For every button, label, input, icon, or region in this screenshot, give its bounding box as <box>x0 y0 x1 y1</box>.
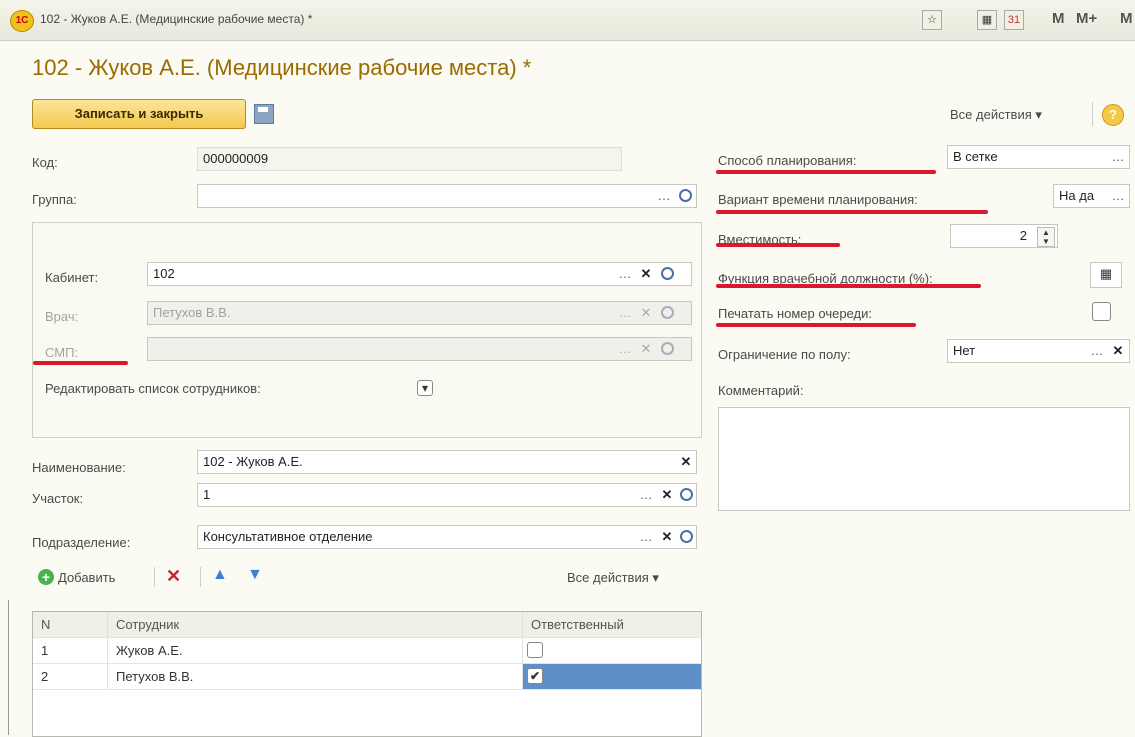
save-and-close-button[interactable]: Записать и закрыть <box>32 99 246 129</box>
print-queue-underline <box>716 323 916 327</box>
memory-plus-button[interactable]: M+ <box>1076 10 1097 27</box>
room-search-icon[interactable] <box>657 263 677 285</box>
room-field[interactable]: 102 <box>147 262 692 286</box>
save-icon[interactable] <box>254 104 274 124</box>
table-all-actions-menu[interactable]: Все действия ▾ <box>567 570 659 586</box>
room-select-button[interactable]: … <box>615 263 635 285</box>
doctor-label: Врач: <box>45 309 79 324</box>
area-field[interactable]: 1 <box>197 483 697 507</box>
doctor-select-button: … <box>618 305 632 320</box>
app-logo-icon: 1С <box>10 10 34 32</box>
comment-label: Комментарий: <box>718 383 804 398</box>
department-select-button[interactable]: … <box>636 526 656 548</box>
area-label: Участок: <box>32 491 84 506</box>
row-number: 1 <box>33 638 108 663</box>
smp-clear-icon: ✕ <box>640 341 652 356</box>
name-clear-icon[interactable]: ✕ <box>676 451 696 473</box>
move-down-icon[interactable]: ▼ <box>247 566 263 584</box>
row-employee[interactable]: Жуков А.Е. <box>108 638 523 663</box>
help-icon[interactable]: ? <box>1102 104 1124 126</box>
memory-button[interactable]: M <box>1052 10 1065 27</box>
plan-method-label: Способ планирования: <box>718 153 857 168</box>
toolbar-separator-2 <box>200 567 201 587</box>
plan-time-underline <box>716 210 988 214</box>
area-search-icon[interactable] <box>676 484 696 506</box>
table-row[interactable]: 1 Жуков А.Е. <box>33 638 701 664</box>
department-search-icon[interactable] <box>676 526 696 548</box>
room-group-box <box>32 222 702 438</box>
staff-table: N Сотрудник Ответственный 1 Жуков А.Е. 2… <box>32 611 702 737</box>
favorite-icon[interactable]: ☆ <box>922 10 942 30</box>
smp-field <box>147 337 692 361</box>
area-clear-icon[interactable]: ✕ <box>657 484 677 506</box>
group-search-icon[interactable] <box>675 185 695 207</box>
department-field[interactable]: Консультативное отделение <box>197 525 697 549</box>
function-calculator-icon[interactable]: ▦ <box>1090 262 1122 288</box>
table-header-row: N Сотрудник Ответственный <box>33 612 701 638</box>
smp-select-button: … <box>618 341 632 356</box>
calendar-icon[interactable]: 31 <box>1004 10 1024 30</box>
plan-method-underline <box>716 170 936 174</box>
memory-extra-button[interactable]: M <box>1120 10 1133 27</box>
gender-clear-icon[interactable]: ✕ <box>1108 340 1128 362</box>
name-field[interactable]: 102 - Жуков А.Е. <box>197 450 697 474</box>
calculator-icon[interactable]: ▦ <box>977 10 997 30</box>
doctor-clear-icon: ✕ <box>640 305 652 320</box>
edit-staff-label: Редактировать список сотрудников: <box>45 381 261 396</box>
code-field[interactable]: 000000009 <box>197 147 622 171</box>
doctor-search-icon <box>657 302 677 324</box>
capacity-underline <box>716 243 840 247</box>
delete-icon[interactable]: ✕ <box>166 566 181 587</box>
col-header-responsible[interactable]: Ответственный <box>523 612 701 637</box>
group-field[interactable] <box>197 184 697 208</box>
window-title: 102 - Жуков А.Е. (Медицинские рабочие ме… <box>40 12 313 26</box>
comment-textarea[interactable] <box>718 407 1130 511</box>
toolbar-divider <box>1092 102 1093 126</box>
responsible-checkbox[interactable] <box>527 642 543 658</box>
responsible-checkbox-checked[interactable]: ✔ <box>527 668 543 684</box>
row-number: 2 <box>33 664 108 689</box>
plan-method-select-button[interactable]: … <box>1108 146 1128 168</box>
group-label: Группа: <box>32 192 77 207</box>
toolbar-separator <box>154 567 155 587</box>
room-clear-icon[interactable]: ✕ <box>636 263 656 285</box>
col-header-employee[interactable]: Сотрудник <box>108 612 523 637</box>
plan-method-field[interactable]: В сетке <box>947 145 1130 169</box>
department-clear-icon[interactable]: ✕ <box>657 526 677 548</box>
gender-select-button[interactable]: … <box>1087 340 1107 362</box>
function-underline <box>716 284 981 288</box>
room-label: Кабинет: <box>45 270 99 285</box>
print-queue-label: Печатать номер очереди: <box>718 306 872 321</box>
gender-label: Ограничение по полу: <box>718 347 851 362</box>
move-up-icon[interactable]: ▲ <box>212 566 228 584</box>
form-title: 102 - Жуков А.Е. (Медицинские рабочие ме… <box>32 55 532 80</box>
table-row[interactable]: 2 Петухов В.В. ✔ <box>33 664 701 690</box>
doctor-field: Петухов В.В. <box>147 301 692 325</box>
plan-time-select-button[interactable]: … <box>1108 185 1128 207</box>
all-actions-menu[interactable]: Все действия ▾ <box>950 107 1042 123</box>
department-label: Подразделение: <box>32 535 131 550</box>
edit-staff-checkbox[interactable]: ▾ <box>417 380 433 396</box>
smp-label: СМП: <box>45 345 79 360</box>
capacity-stepper-icon[interactable]: ▲ ▼ <box>1037 227 1055 247</box>
print-queue-checkbox[interactable] <box>1092 302 1111 321</box>
area-select-button[interactable]: … <box>636 484 656 506</box>
smp-highlight-underline <box>33 361 128 365</box>
row-responsible-cell <box>523 638 701 663</box>
group-select-button[interactable]: … <box>654 185 674 207</box>
row-employee[interactable]: Петухов В.В. <box>108 664 523 689</box>
name-label: Наименование: <box>32 460 126 475</box>
code-label: Код: <box>32 155 58 170</box>
add-icon[interactable]: + <box>38 569 54 585</box>
add-button[interactable]: Добавить <box>58 570 115 585</box>
plan-time-label: Вариант времени планирования: <box>718 192 918 207</box>
row-responsible-cell: ✔ <box>523 664 701 689</box>
left-edge-line <box>8 600 9 735</box>
smp-search-icon <box>657 338 677 360</box>
col-header-n[interactable]: N <box>33 612 108 637</box>
